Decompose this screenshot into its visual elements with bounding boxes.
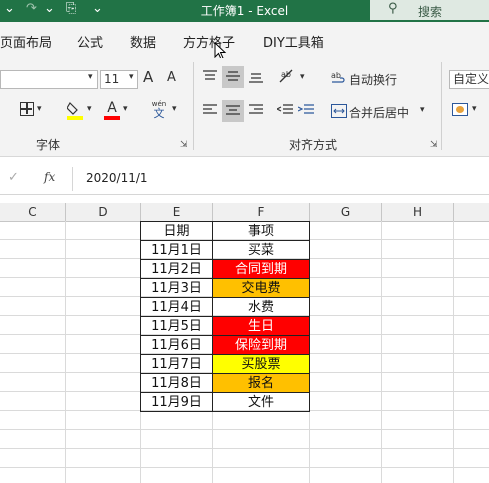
fill-color-dropdown-icon[interactable]: ▾	[87, 104, 92, 114]
align-middle-button[interactable]	[222, 66, 244, 88]
table-cell-date[interactable]: 11月9日	[140, 392, 213, 412]
phonetic-char: 文	[153, 107, 165, 120]
gridline	[0, 467, 489, 468]
decrease-font-icon[interactable]: A	[167, 70, 176, 85]
tab-data[interactable]: 数据	[130, 32, 156, 51]
phonetic-dropdown-icon[interactable]: ▾	[172, 104, 177, 114]
wrap-text-icon[interactable]: ab	[331, 70, 347, 86]
column-header-c[interactable]: C	[0, 203, 66, 221]
group-separator	[441, 62, 442, 150]
formula-separator	[72, 167, 73, 191]
font-color-icon[interactable]: A	[104, 100, 120, 120]
increase-indent-icon[interactable]	[298, 104, 314, 116]
borders-dropdown-icon[interactable]: ▾	[37, 104, 42, 114]
phonetic-icon[interactable]: wén 文	[150, 100, 168, 120]
orientation-icon[interactable]: ab	[278, 68, 296, 84]
increase-font-icon[interactable]: A	[143, 68, 153, 86]
ribbon: ▾ 11 ▾ A A ▾ ▾ A ▾ wén 文 ▾ 字体 ⇲ ab ▾ ab …	[0, 58, 489, 157]
decrease-indent-icon[interactable]	[277, 104, 293, 116]
alignment-group-label: 对齐方式	[289, 138, 338, 152]
align-center-button[interactable]	[222, 100, 244, 122]
formula-bar: ✓ fx 2020/11/1	[0, 164, 489, 195]
table-cell-date[interactable]: 11月8日	[140, 373, 213, 393]
group-separator	[193, 62, 194, 150]
insert-function-icon[interactable]: fx	[44, 170, 55, 184]
font-name-dropdown-icon[interactable]: ▾	[88, 72, 93, 82]
tab-diy-toolbox[interactable]: DIY工具箱	[263, 32, 324, 51]
gridline	[65, 221, 66, 483]
tab-formulas[interactable]: 公式	[77, 32, 103, 51]
column-header-e[interactable]: E	[141, 203, 213, 221]
merge-dropdown-icon[interactable]: ▾	[420, 105, 425, 115]
table-cell-date[interactable]: 11月4日	[140, 297, 213, 317]
wrap-text-button[interactable]: 自动换行	[349, 71, 397, 88]
worksheet-grid[interactable]: 日期 事项 11月1日 买菜 11月2日 合同到期 11月3日 交电费 11月4日 水费 11月5日…	[0, 221, 489, 483]
align-middle-icon	[226, 71, 240, 81]
table-cell-item[interactable]: 报名	[212, 373, 310, 393]
table-cell-item[interactable]: 水费	[212, 297, 310, 317]
alignment-dialog-launcher-icon[interactable]: ⇲	[430, 140, 438, 150]
formula-input[interactable]: 2020/11/1	[86, 171, 148, 185]
table-cell-item[interactable]: 合同到期	[212, 259, 310, 279]
borders-icon[interactable]	[20, 102, 34, 116]
table-cell-date[interactable]: 11月3日	[140, 278, 213, 298]
column-header-d[interactable]: D	[66, 203, 141, 221]
align-left-icon[interactable]	[203, 104, 217, 116]
column-header-h[interactable]: H	[382, 203, 454, 221]
align-center-icon	[226, 105, 240, 115]
align-right-icon[interactable]	[249, 104, 263, 116]
table-cell-date[interactable]: 11月6日	[140, 335, 213, 355]
merge-center-button[interactable]: 合并后居中	[349, 104, 409, 121]
search-placeholder: 搜索	[418, 5, 443, 19]
number-format-box[interactable]: 自定义	[449, 70, 489, 89]
font-group-label: 字体	[36, 138, 61, 152]
table-cell-item[interactable]: 保险到期	[212, 335, 310, 355]
gridline	[0, 448, 489, 449]
table-cell-date[interactable]: 11月1日	[140, 240, 213, 260]
table-cell-item[interactable]: 文件	[212, 392, 310, 412]
table-cell-date[interactable]: 11月5日	[140, 316, 213, 336]
number-format-value: 自定义	[453, 72, 489, 86]
title-bar: ⌄ ↷ ⌄ ⎘ ⌄ 工作簿1 - Excel ⚲ 搜索	[0, 0, 489, 22]
enter-icon[interactable]: ✓	[8, 170, 19, 185]
column-header-g[interactable]: G	[310, 203, 382, 221]
gridline	[381, 221, 382, 483]
table-cell-item[interactable]: 交电费	[212, 278, 310, 298]
table-cell-item[interactable]: 买菜	[212, 240, 310, 260]
svg-text:ab: ab	[281, 70, 291, 79]
font-size-value: 11	[104, 72, 120, 86]
gridline	[453, 221, 454, 483]
accounting-format-icon[interactable]	[452, 103, 468, 116]
font-name-box[interactable]	[0, 70, 98, 89]
table-cell-item[interactable]: 买股票	[212, 354, 310, 374]
tab-page-layout[interactable]: 页面布局	[0, 32, 52, 51]
svg-text:ab: ab	[331, 71, 341, 80]
table-cell-date[interactable]: 11月7日	[140, 354, 213, 374]
gridline	[0, 429, 489, 430]
font-dialog-launcher-icon[interactable]: ⇲	[180, 140, 188, 150]
table-header-item[interactable]: 事项	[212, 221, 310, 241]
search-box[interactable]: ⚲ 搜索	[370, 0, 489, 20]
align-bottom-icon[interactable]	[249, 72, 263, 84]
ribbon-tabs: 页面布局 公式 数据 方方格子 DIY工具箱	[0, 22, 489, 60]
column-headers: C D E F G H	[0, 203, 489, 222]
align-top-icon[interactable]	[203, 70, 217, 82]
table-cell-item[interactable]: 生日	[212, 316, 310, 336]
orientation-dropdown-icon[interactable]: ▾	[300, 72, 305, 82]
accounting-dropdown-icon[interactable]: ▾	[472, 104, 477, 114]
fill-color-icon[interactable]	[66, 100, 83, 120]
font-color-dropdown-icon[interactable]: ▾	[123, 104, 128, 114]
column-header-f[interactable]: F	[213, 203, 310, 221]
search-icon: ⚲	[388, 1, 398, 16]
table-header-date[interactable]: 日期	[140, 221, 213, 241]
merge-center-icon[interactable]	[331, 104, 347, 118]
font-size-dropdown-icon[interactable]: ▾	[129, 72, 134, 82]
table-cell-date[interactable]: 11月2日	[140, 259, 213, 279]
